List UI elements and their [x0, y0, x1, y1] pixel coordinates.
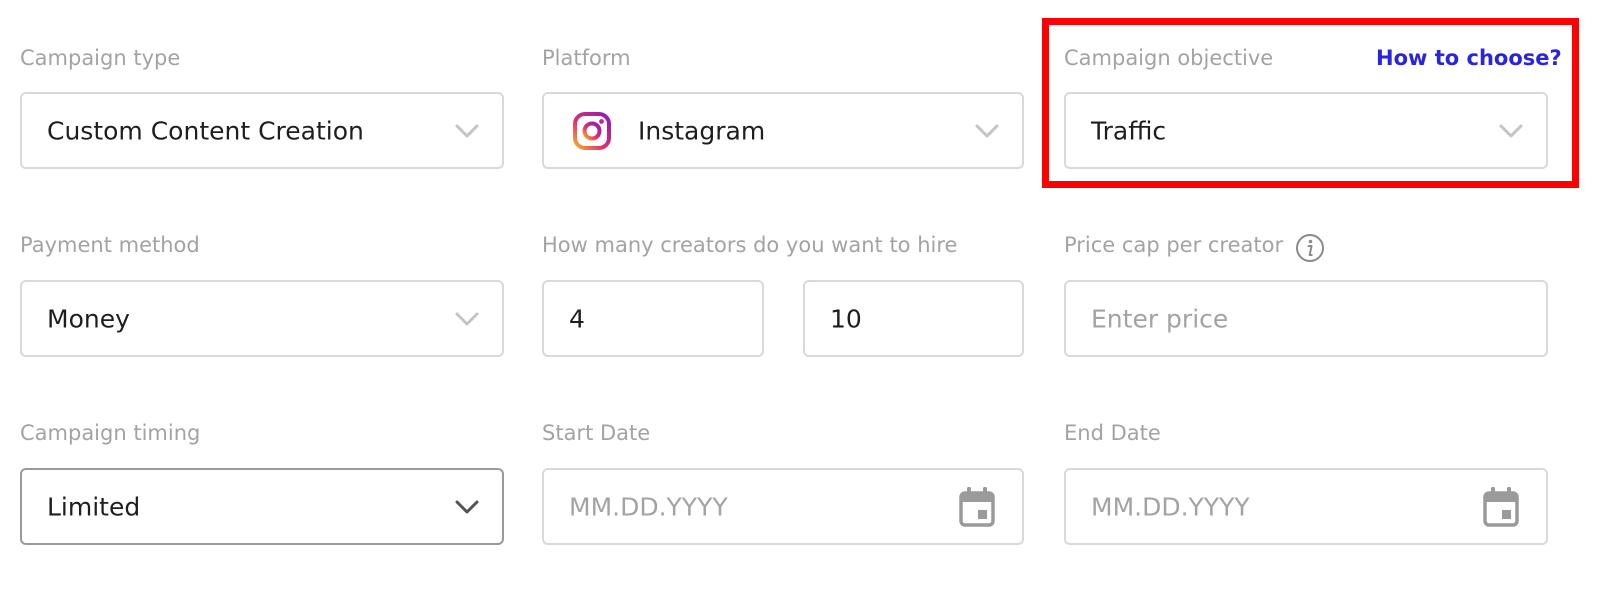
calendar-icon[interactable]: [1482, 486, 1520, 528]
campaign-timing-label: Campaign timing: [20, 421, 201, 445]
highlight-box: [1042, 18, 1579, 188]
info-icon[interactable]: [1295, 233, 1325, 263]
start-date-label: Start Date: [542, 421, 651, 445]
creators-max-value: 10: [830, 304, 862, 333]
platform-label: Platform: [542, 46, 631, 70]
price-cap-label: Price cap per creator: [1064, 233, 1284, 257]
campaign-timing-value: Limited: [47, 492, 141, 521]
price-cap-input[interactable]: Enter price: [1064, 280, 1548, 357]
end-date-placeholder: MM.DD.YYYY: [1091, 492, 1250, 521]
creators-min-input[interactable]: 4: [542, 280, 764, 357]
campaign-timing-select[interactable]: Limited: [20, 468, 504, 545]
payment-method-select[interactable]: Money: [20, 280, 504, 357]
creators-label: How many creators do you want to hire: [542, 233, 958, 257]
chevron-down-icon: [455, 124, 479, 137]
end-date-label: End Date: [1064, 421, 1161, 445]
instagram-icon: [573, 111, 611, 150]
platform-value: Instagram: [638, 116, 766, 145]
end-date-input[interactable]: MM.DD.YYYY: [1064, 468, 1548, 545]
creators-min-value: 4: [569, 304, 585, 333]
chevron-down-icon: [455, 312, 479, 325]
calendar-icon[interactable]: [958, 486, 996, 528]
price-cap-placeholder: Enter price: [1091, 304, 1229, 333]
campaign-type-value: Custom Content Creation: [47, 116, 364, 145]
campaign-type-select[interactable]: Custom Content Creation: [20, 92, 504, 169]
chevron-down-icon: [455, 500, 479, 513]
chevron-down-icon: [975, 124, 999, 137]
start-date-placeholder: MM.DD.YYYY: [569, 492, 728, 521]
payment-method-value: Money: [47, 304, 130, 333]
platform-select[interactable]: Instagram: [542, 92, 1024, 169]
campaign-type-label: Campaign type: [20, 46, 181, 70]
payment-method-label: Payment method: [20, 233, 200, 257]
creators-max-input[interactable]: 10: [803, 280, 1024, 357]
start-date-input[interactable]: MM.DD.YYYY: [542, 468, 1024, 545]
